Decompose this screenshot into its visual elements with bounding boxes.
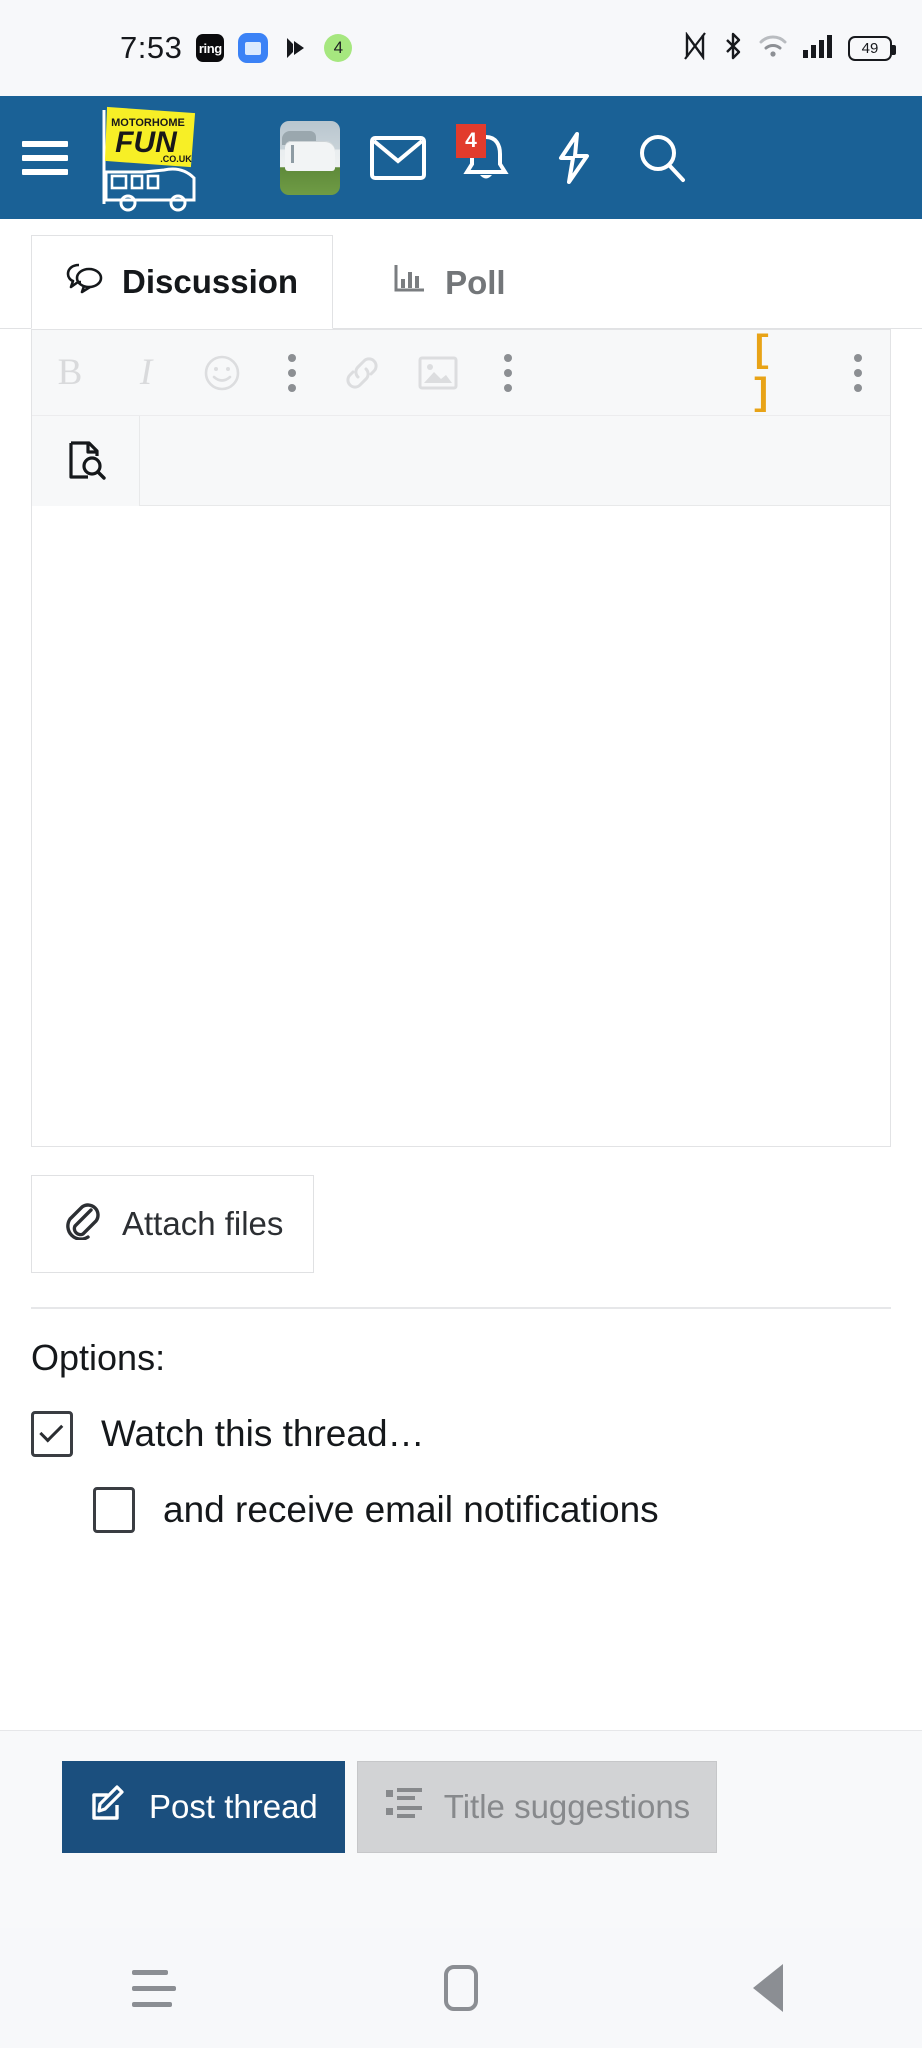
checkmark-icon [39, 1417, 64, 1442]
watch-thread-checkbox[interactable] [31, 1410, 73, 1457]
poll-chart-icon [393, 263, 427, 303]
wifi-icon [758, 33, 788, 64]
option-email-notifications[interactable]: and receive email notifications [31, 1486, 891, 1533]
text-more-options-button[interactable] [260, 330, 324, 416]
play-app-icon [282, 34, 310, 62]
toggle-bb-code-button[interactable]: [ ] [750, 330, 826, 416]
alerts-badge: 4 [456, 124, 486, 158]
title-suggestions-label: Title suggestions [443, 1787, 691, 1825]
status-bar-left: 7:53 ring 4 [120, 30, 353, 66]
tab-discussion[interactable]: Discussion [31, 235, 334, 329]
italic-button-label: I [139, 352, 153, 393]
post-thread-label: Post thread [149, 1787, 318, 1825]
toggle-bb-code-label: [ ] [750, 329, 776, 416]
notification-count-icon: 4 [324, 34, 353, 62]
cellular-signal-icon [802, 33, 834, 64]
vertical-dots-icon [288, 353, 296, 392]
recents-button[interactable] [94, 1928, 214, 2048]
bold-button-label: B [57, 352, 83, 393]
smilies-button[interactable] [184, 330, 260, 416]
bluetooth-icon [722, 32, 744, 65]
message-app-icon [238, 33, 269, 63]
editor-more-options-button[interactable] [826, 330, 890, 416]
paperclip-icon [62, 1200, 102, 1248]
vertical-dots-icon [854, 353, 862, 392]
attach-files-button[interactable]: Attach files [31, 1175, 315, 1273]
list-icon [384, 1786, 424, 1828]
bold-button[interactable]: B [32, 330, 108, 416]
ring-app-icon: ring [196, 34, 225, 62]
tab-poll[interactable]: Poll [359, 237, 540, 329]
search-icon[interactable] [618, 96, 706, 219]
status-bar: 7:53 ring 4 49 [0, 0, 922, 96]
title-suggestions-button[interactable]: Title suggestions [356, 1760, 718, 1853]
watch-thread-label: Watch this thread… [101, 1412, 425, 1454]
message-editor-wrap: B I [] [0, 329, 922, 1147]
quick-actions-bolt-icon[interactable] [530, 96, 618, 219]
form-action-bar: Post thread Title suggestions [0, 1730, 922, 1882]
content-type-tabs: Discussion Poll [0, 219, 922, 329]
hamburger-menu-button[interactable] [22, 140, 68, 175]
status-bar-clock: 7:53 [120, 30, 183, 65]
avatar[interactable] [266, 96, 354, 219]
preview-document-button[interactable] [32, 415, 140, 506]
email-notifications-checkbox[interactable] [93, 1486, 135, 1533]
options-title: Options: [31, 1336, 166, 1378]
tab-discussion-label: Discussion [122, 263, 299, 300]
avatar-image [280, 120, 340, 195]
back-button[interactable] [708, 1928, 828, 2048]
battery-indicator: 49 [848, 35, 896, 61]
attach-files-label: Attach files [122, 1205, 284, 1242]
site-logo[interactable]: MOTORHOME FUN .CO.UK [90, 104, 202, 212]
message-body-input[interactable] [32, 506, 890, 1146]
status-bar-right: 49 [682, 30, 896, 65]
back-icon [753, 1964, 784, 2012]
editor-toolbar-primary: B I [] [32, 330, 890, 416]
option-watch-thread[interactable]: Watch this thread… [31, 1410, 891, 1457]
app-header: MOTORHOME FUN .CO.UK 4 [0, 96, 922, 219]
bottom-gap [0, 1882, 922, 1928]
compose-pencil-icon [89, 1783, 129, 1831]
insert-link-button[interactable] [324, 330, 400, 416]
home-button[interactable] [401, 1928, 521, 2048]
app-header-icons: 4 [266, 96, 706, 219]
tab-poll-label: Poll [445, 264, 506, 301]
insert-image-button[interactable] [400, 330, 476, 416]
android-nav-bar [0, 1928, 922, 2048]
message-editor: B I [] [31, 329, 891, 1147]
editor-toolbar-secondary [32, 415, 890, 506]
phone-screen: 7:53 ring 4 49 MOTORHOME FUN .CO.UK 4 Di… [0, 0, 922, 2048]
home-icon [443, 1965, 478, 2011]
insert-more-options-button[interactable] [476, 330, 540, 416]
attachments-section: Attach files [0, 1147, 922, 1273]
alerts-bell-icon[interactable]: 4 [442, 96, 530, 219]
discussion-bubbles-icon [66, 262, 104, 302]
recents-icon [131, 1969, 176, 2007]
vertical-dots-icon [504, 353, 512, 392]
email-notifications-label: and receive email notifications [163, 1488, 659, 1530]
options-section: Options: Watch this thread… and receive … [0, 1309, 922, 1563]
nfc-icon [682, 30, 708, 65]
italic-button[interactable]: I [108, 330, 184, 416]
post-thread-button[interactable]: Post thread [62, 1760, 345, 1853]
inbox-icon[interactable] [354, 96, 442, 219]
svg-text:.CO.UK: .CO.UK [160, 154, 192, 164]
